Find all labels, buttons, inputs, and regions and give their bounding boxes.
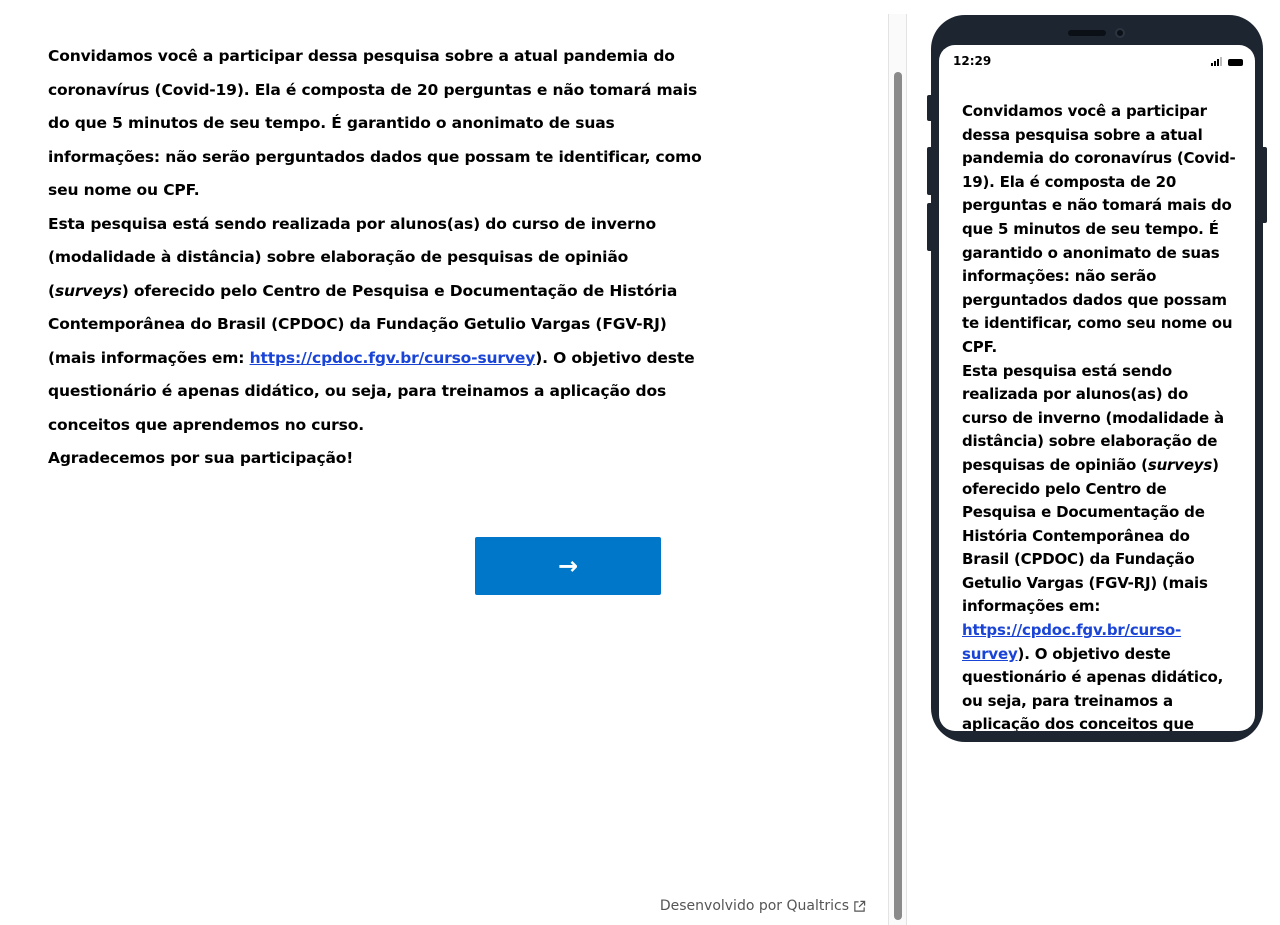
- phone-intro-p2-text-b: ) oferecido pelo Centro de Pesquisa e Do…: [962, 455, 1219, 616]
- arrow-right-icon: →: [557, 552, 579, 580]
- phone-camera: [1115, 28, 1125, 38]
- intro-paragraph-3: Agradecemos por sua participação!: [48, 449, 354, 467]
- footer-link[interactable]: Desenvolvido por Qualtrics: [660, 898, 849, 914]
- phone-screen: 12:29 Convidamos você a participar dessa…: [939, 45, 1255, 731]
- intro-paragraph-2: Esta pesquisa está sendo realizada por a…: [48, 208, 713, 443]
- phone-volume-up-button: [927, 147, 933, 195]
- survey-intro-text: Convidamos você a participar dessa pesqu…: [48, 40, 713, 476]
- course-info-link[interactable]: https://cpdoc.fgv.br/curso-survey: [250, 349, 536, 367]
- status-bar-time: 12:29: [953, 54, 992, 68]
- phone-intro-paragraph-2: Esta pesquisa está sendo realizada por a…: [962, 360, 1238, 731]
- scrollbar-thumb[interactable]: [894, 72, 902, 920]
- status-bar-icons: [1211, 57, 1243, 66]
- scrollbar-track[interactable]: [888, 14, 907, 925]
- intro-paragraph-1: Convidamos você a participar dessa pesqu…: [48, 47, 702, 199]
- survey-main-panel: Convidamos você a participar dessa pesqu…: [0, 0, 888, 925]
- external-link-icon: [854, 900, 866, 912]
- phone-survey-intro-text: Convidamos você a participar dessa pesqu…: [962, 100, 1238, 731]
- phone-mute-button: [927, 95, 933, 121]
- mobile-preview-frame: 12:29 Convidamos você a participar dessa…: [927, 15, 1267, 742]
- phone-intro-p2-italic: surveys: [1147, 455, 1213, 474]
- phone-speaker: [1068, 30, 1106, 36]
- phone-volume-down-button: [927, 203, 933, 251]
- battery-icon: [1228, 59, 1243, 66]
- phone-power-button: [1261, 147, 1267, 223]
- phone-intro-paragraph-1: Convidamos você a participar dessa pesqu…: [962, 102, 1236, 356]
- intro-p2-italic: surveys: [54, 281, 122, 300]
- next-button[interactable]: →: [475, 537, 661, 595]
- footer[interactable]: Desenvolvido por Qualtrics: [660, 898, 866, 914]
- signal-icon: [1211, 57, 1222, 66]
